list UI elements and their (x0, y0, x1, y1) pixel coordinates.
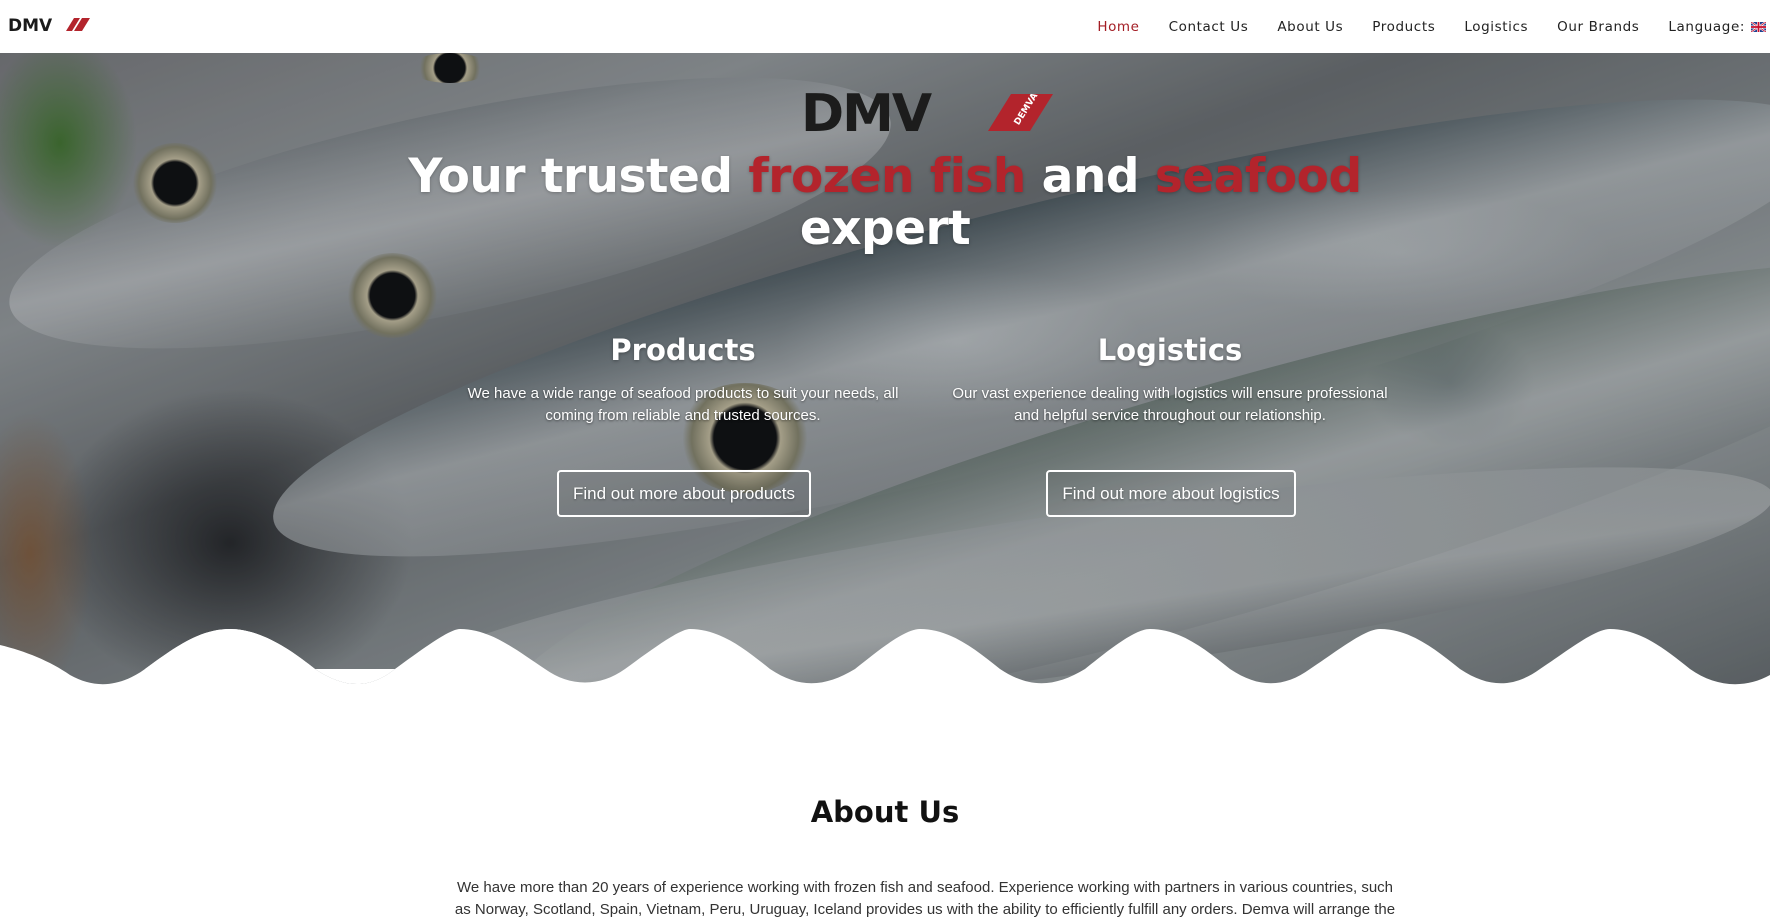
nav-logo-text: DMV (8, 16, 53, 34)
hero-title-text: expert (799, 201, 971, 256)
nav-logistics[interactable]: Logistics (1464, 19, 1528, 35)
products-column: Products We have a wide range of seafood… (458, 332, 908, 427)
nav-our-brands[interactable]: Our Brands (1557, 19, 1639, 35)
top-navbar: DMV Home Contact Us About Us Products Lo… (0, 0, 1770, 53)
hero-title-text: and (1025, 149, 1155, 204)
language-label: Language: (1668, 18, 1745, 35)
uk-flag-icon (1751, 21, 1766, 32)
hero-logo-text: DMV (801, 90, 932, 136)
logistics-heading: Logistics (1097, 333, 1243, 367)
logistics-column: Logistics Our vast experience dealing wi… (945, 332, 1395, 427)
hero-title-text: Your trusted (408, 149, 749, 204)
nav-contact-us[interactable]: Contact Us (1169, 19, 1249, 35)
products-button[interactable]: Find out more about products (557, 470, 811, 517)
language-selector[interactable]: Language: (1668, 19, 1766, 35)
nav-products[interactable]: Products (1372, 19, 1435, 35)
about-text: We have more than 20 years of experience… (454, 879, 1396, 918)
products-description: We have a wide range of seafood products… (467, 385, 899, 424)
nav-about-us[interactable]: About Us (1277, 19, 1343, 35)
hero-section: DMV DEMVA Your trusted frozen fish and s… (0, 53, 1770, 689)
nav-logo[interactable]: DMV (8, 16, 92, 34)
nav-links: Home Contact Us About Us Products Logist… (1083, 0, 1770, 53)
hero-dmv-logo: DMV DEMVA (801, 90, 1053, 136)
nav-home[interactable]: Home (1097, 19, 1139, 35)
about-title: About Us (810, 795, 960, 829)
logistics-description: Our vast experience dealing with logisti… (952, 385, 1388, 424)
products-heading: Products (610, 333, 756, 367)
wave-divider (0, 629, 1770, 689)
hero-title-highlight: seafood (1154, 149, 1362, 204)
logistics-button[interactable]: Find out more about logistics (1046, 470, 1296, 517)
hero-title: Your trusted frozen fish and seafood exp… (385, 151, 1385, 255)
hero-title-highlight: frozen fish (748, 149, 1026, 204)
dmv-logo-icon: DMV (8, 16, 90, 34)
